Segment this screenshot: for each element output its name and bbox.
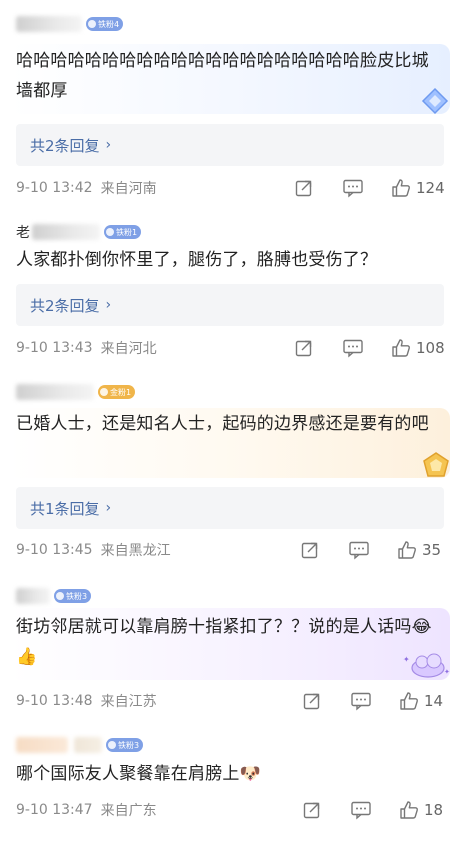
- reply-count-button[interactable]: 共1条回复 ›: [16, 487, 444, 529]
- like-button[interactable]: 124: [390, 177, 445, 199]
- like-count: 14: [424, 692, 444, 710]
- comment-text: 哪个国际友人聚餐靠在肩膀上🐶: [16, 764, 261, 784]
- thumbs-up-icon: [400, 801, 418, 819]
- comment-header: 铁粉4: [16, 14, 124, 34]
- username[interactable]: 老: [16, 222, 30, 242]
- fan-badge: 金粉1: [98, 385, 136, 399]
- thumbs-up-icon: [400, 692, 418, 710]
- timestamp: 9-10 13:42: [16, 180, 93, 196]
- fan-badge: 铁粉4: [86, 17, 124, 31]
- comment-header: 金粉1: [16, 382, 136, 402]
- comment-icon[interactable]: [350, 691, 372, 711]
- like-button[interactable]: 108: [390, 337, 445, 359]
- location: 来自广东: [100, 803, 157, 819]
- avatar[interactable]: [16, 16, 82, 32]
- username-blurred[interactable]: [74, 737, 102, 753]
- comment-icon[interactable]: [342, 338, 364, 358]
- comment-header: 铁粉3: [16, 586, 92, 606]
- like-count: 18: [424, 801, 444, 819]
- reply-count-label: 共2条回复: [30, 136, 100, 155]
- comment-icon[interactable]: [350, 800, 372, 820]
- comment-text: 已婚人士，还是知名人士，起码的边界感还是要有的吧: [16, 414, 429, 434]
- diamond-icon: [421, 87, 449, 115]
- fan-badge: 铁粉3: [106, 738, 144, 752]
- avatar[interactable]: [32, 224, 100, 240]
- comment-header: 老 铁粉1: [16, 222, 142, 242]
- comment-actions: 18: [302, 799, 443, 821]
- avatar[interactable]: [16, 737, 68, 753]
- svg-text:✦: ✦: [403, 655, 410, 664]
- location: 来自江苏: [100, 694, 157, 710]
- gold-gem-icon: [423, 452, 449, 477]
- timestamp: 9-10 13:43: [16, 340, 93, 356]
- like-count: 35: [422, 541, 442, 559]
- comment-actions: 124: [294, 177, 445, 199]
- comment-actions: 14: [302, 690, 443, 712]
- like-count: 124: [416, 179, 445, 197]
- comment-header: 铁粉3: [16, 735, 144, 755]
- like-count: 108: [416, 339, 445, 357]
- location: 来自黑龙江: [100, 543, 171, 559]
- like-button[interactable]: 18: [398, 799, 443, 821]
- location: 来自河南: [100, 181, 157, 197]
- timestamp: 9-10 13:48: [16, 693, 93, 709]
- timestamp: 9-10 13:45: [16, 542, 93, 558]
- reply-count-label: 共2条回复: [30, 296, 100, 315]
- reply-count-button[interactable]: 共2条回复 ›: [16, 124, 444, 166]
- reply-count-label: 共1条回复: [30, 499, 100, 518]
- comment-icon[interactable]: [342, 178, 364, 198]
- avatar[interactable]: [16, 588, 50, 604]
- comment-icon[interactable]: [348, 540, 370, 560]
- chevron-right-icon: ›: [105, 500, 112, 516]
- chevron-right-icon: ›: [105, 297, 112, 313]
- cloud-decoration-icon: ✦ ✦: [403, 653, 450, 678]
- comment-actions: 108: [294, 337, 445, 359]
- comment-text: 人家都扑倒你怀里了，腿伤了，胳膊也受伤了？: [16, 250, 378, 270]
- like-button[interactable]: 14: [398, 690, 443, 712]
- fan-badge: 铁粉3: [54, 589, 92, 603]
- share-icon[interactable]: [294, 178, 314, 198]
- like-button[interactable]: 35: [396, 539, 441, 561]
- comment-text: 街坊邻居就可以靠肩膀十指紧扣了？？说的是人话吗😂👍: [16, 617, 432, 667]
- thumbs-up-icon: [398, 541, 416, 559]
- share-icon[interactable]: [302, 800, 322, 820]
- avatar[interactable]: [16, 384, 94, 400]
- reply-count-button[interactable]: 共2条回复 ›: [16, 284, 444, 326]
- fan-badge: 铁粉1: [104, 225, 142, 239]
- share-icon[interactable]: [300, 540, 320, 560]
- comment-actions: 35: [300, 539, 441, 561]
- location: 来自河北: [100, 341, 157, 357]
- chevron-right-icon: ›: [105, 137, 112, 153]
- thumbs-up-icon: [392, 339, 410, 357]
- share-icon[interactable]: [302, 691, 322, 711]
- thumbs-up-icon: [392, 179, 410, 197]
- svg-text:✦: ✦: [444, 668, 450, 676]
- comment-text: 哈哈哈哈哈哈哈哈哈哈哈哈哈哈哈哈哈哈哈哈脸皮比城墙都厚: [16, 51, 429, 101]
- share-icon[interactable]: [294, 338, 314, 358]
- timestamp: 9-10 13:47: [16, 802, 93, 818]
